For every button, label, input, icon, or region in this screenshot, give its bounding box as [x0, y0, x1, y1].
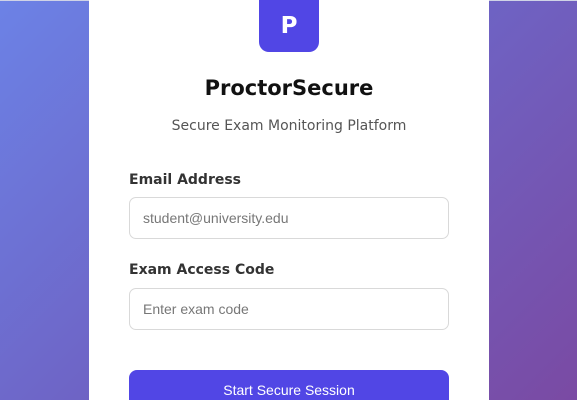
- login-card: P ProctorSecure Secure Exam Monitoring P…: [89, 0, 489, 400]
- exam-code-field[interactable]: [129, 288, 449, 330]
- exam-code-label: Exam Access Code: [129, 262, 275, 278]
- brand-logo: P: [259, 0, 319, 52]
- brand-logo-letter: P: [280, 13, 298, 39]
- email-field[interactable]: [129, 197, 449, 239]
- email-label: Email Address: [129, 172, 242, 188]
- start-session-button-label: Start Secure Session: [223, 382, 355, 398]
- start-session-button[interactable]: Start Secure Session: [129, 370, 449, 400]
- app-title: ProctorSecure: [204, 76, 374, 100]
- app-subtitle: Secure Exam Monitoring Platform: [171, 118, 407, 134]
